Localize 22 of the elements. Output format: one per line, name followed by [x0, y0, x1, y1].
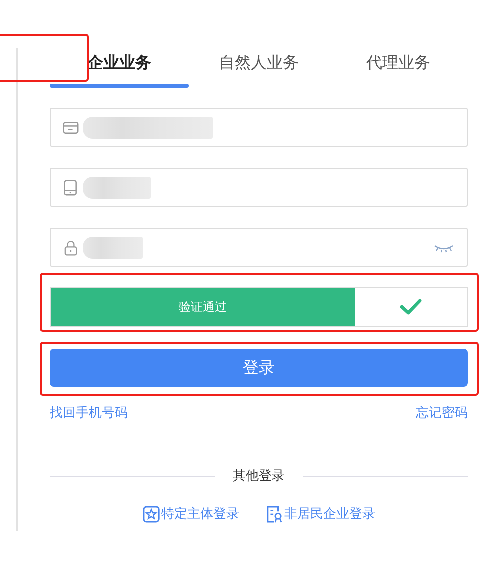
tab[interactable]: 代理业务: [360, 48, 436, 78]
link[interactable]: 忘记密码: [416, 404, 468, 422]
input-field[interactable]: [50, 108, 468, 147]
phone-icon: [63, 180, 79, 196]
blurred-value: [83, 176, 151, 198]
login-option-link[interactable]: 非居民企业登录: [266, 505, 376, 523]
link[interactable]: 找回手机号码: [50, 404, 128, 422]
section-title: 其他登录: [233, 468, 285, 485]
tab[interactable]: 企业业务: [82, 48, 158, 78]
input-field[interactable]: [50, 168, 468, 207]
card-icon: [63, 120, 79, 136]
closed-eye-icon[interactable]: [433, 242, 455, 252]
star-icon: [142, 506, 160, 522]
input-field[interactable]: [50, 228, 468, 267]
lock-icon: [63, 240, 79, 256]
login-button[interactable]: 登录: [50, 349, 468, 387]
check-icon: [398, 297, 423, 317]
login-option-link[interactable]: 特定主体登录: [142, 505, 240, 523]
tab[interactable]: 自然人业务: [212, 48, 305, 78]
verify-status: 验证通过: [178, 298, 227, 316]
document-icon: [266, 506, 282, 522]
blurred-value: [83, 236, 143, 258]
